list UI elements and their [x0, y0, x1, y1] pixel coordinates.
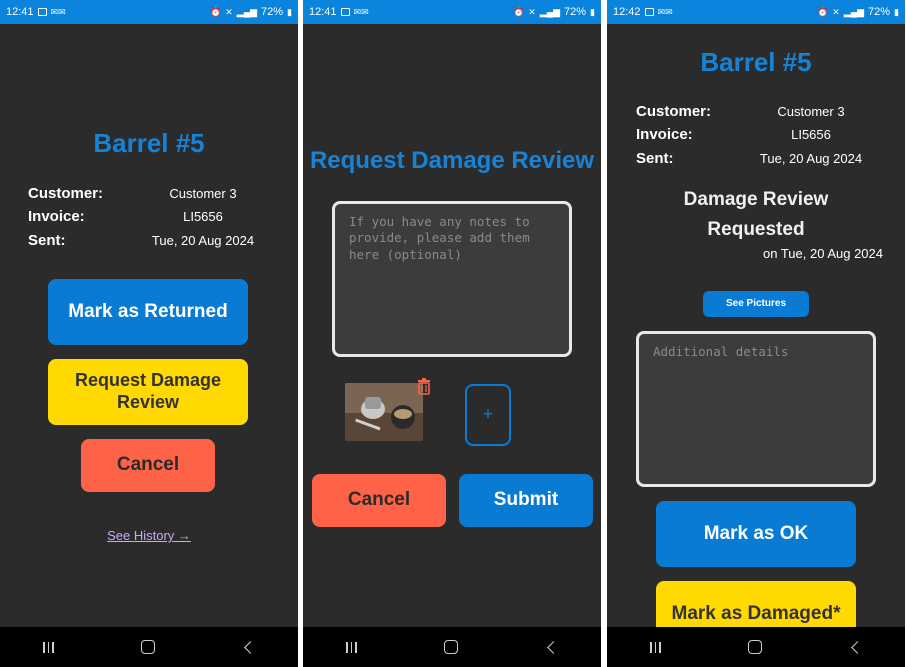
wifi-signal-icon: ▂▄▆: [539, 6, 561, 17]
page-title: Barrel #5: [93, 128, 205, 158]
customer-label: Customer:: [636, 103, 712, 120]
submit-button[interactable]: Submit: [459, 474, 593, 527]
battery-icon: ▮: [590, 6, 595, 17]
status-bar: 12:41 ✉✉ ⏰ ✕ ▂▄▆ 72% ▮: [0, 0, 298, 24]
back-icon[interactable]: [850, 640, 864, 654]
customer-label: Customer:: [28, 185, 104, 202]
home-icon[interactable]: [443, 640, 458, 654]
alarm-icon: ⏰: [210, 6, 222, 17]
battery-icon: ▮: [287, 6, 292, 17]
review-status-date: on Tue, 20 Aug 2024: [763, 246, 883, 261]
sent-value: Tue, 20 Aug 2024: [759, 151, 863, 166]
cancel-button[interactable]: Cancel: [81, 439, 215, 492]
status-bar: 12:41 ✉✉ ⏰ ✕ ▂▄▆ 72% ▮: [303, 0, 601, 24]
back-icon[interactable]: [243, 640, 257, 654]
system-nav-bar: [303, 627, 601, 667]
customer-value: Customer 3: [777, 104, 845, 119]
see-history-link[interactable]: See History →: [0, 528, 298, 543]
home-icon[interactable]: [140, 640, 155, 654]
invoice-value: LI5656: [183, 209, 223, 224]
sent-label: Sent:: [636, 150, 674, 167]
recent-apps-icon[interactable]: [346, 641, 357, 653]
system-nav-bar: [607, 627, 905, 667]
gallery-notification-icon: [644, 8, 654, 16]
gallery-notification-icon: [340, 8, 350, 16]
barrel-info: Customer: Customer 3 Invoice: LI5656 Sen…: [28, 185, 278, 255]
invoice-value: LI5656: [791, 127, 831, 142]
mute-icon: ✕: [528, 6, 536, 17]
customer-value: Customer 3: [169, 186, 237, 201]
screen-damage-review-requested: 12:42 ✉✉ ⏰ ✕ ▂▄▆ 72% ▮ Barrel #5 Custome…: [607, 0, 905, 667]
mute-icon: ✕: [832, 6, 840, 17]
battery-level: 72%: [261, 6, 284, 18]
screen-barrel-details: 12:41 ✉✉ ⏰ ✕ ▂▄▆ 72% ▮ Barrel #5 Custome…: [0, 0, 298, 667]
additional-details-textarea[interactable]: Additional details: [636, 331, 876, 487]
back-icon[interactable]: [546, 640, 560, 654]
mail-notification-icon: ✉✉: [353, 6, 369, 17]
mute-icon: ✕: [225, 6, 233, 17]
system-nav-bar: [0, 627, 298, 667]
cancel-button[interactable]: Cancel: [312, 474, 446, 527]
sent-label: Sent:: [28, 232, 66, 249]
status-time: 12:42: [613, 6, 641, 18]
invoice-label: Invoice:: [636, 126, 693, 143]
status-bar: 12:42 ✉✉ ⏰ ✕ ▂▄▆ 72% ▮: [607, 0, 905, 24]
delete-photo-icon[interactable]: [417, 378, 431, 395]
mail-notification-icon: ✉✉: [50, 6, 66, 17]
attached-photo-thumbnail[interactable]: [345, 383, 423, 441]
sent-value: Tue, 20 Aug 2024: [151, 233, 255, 248]
alarm-icon: ⏰: [513, 6, 525, 17]
coffee-photo-image: [345, 383, 423, 441]
screen-request-damage-review: 12:41 ✉✉ ⏰ ✕ ▂▄▆ 72% ▮ Request Damage Re…: [303, 0, 601, 667]
battery-icon: ▮: [894, 6, 899, 17]
page-title: Barrel #5: [700, 47, 812, 77]
alarm-icon: ⏰: [817, 6, 829, 17]
wifi-signal-icon: ▂▄▆: [236, 6, 258, 17]
wifi-signal-icon: ▂▄▆: [843, 6, 865, 17]
battery-level: 72%: [564, 6, 587, 18]
add-photo-button[interactable]: +: [465, 384, 511, 446]
review-status-heading: Damage Review Requested: [683, 189, 829, 240]
home-icon[interactable]: [747, 640, 762, 654]
mail-notification-icon: ✉✉: [657, 6, 673, 17]
request-damage-review-button[interactable]: Request Damage Review: [48, 359, 248, 425]
barrel-info: Customer: Customer 3 Invoice: LI5656 Sen…: [636, 103, 886, 173]
page-title: Request Damage Review: [309, 147, 595, 174]
gallery-notification-icon: [37, 8, 47, 16]
recent-apps-icon[interactable]: [650, 641, 661, 653]
mark-returned-button[interactable]: Mark as Returned: [48, 279, 248, 345]
status-time: 12:41: [6, 6, 34, 18]
invoice-label: Invoice:: [28, 208, 85, 225]
status-time: 12:41: [309, 6, 337, 18]
battery-level: 72%: [868, 6, 891, 18]
see-pictures-button[interactable]: See Pictures: [703, 291, 809, 317]
recent-apps-icon[interactable]: [43, 641, 54, 653]
notes-textarea[interactable]: If you have any notes to provide, please…: [332, 201, 572, 357]
mark-ok-button[interactable]: Mark as OK: [656, 501, 856, 567]
